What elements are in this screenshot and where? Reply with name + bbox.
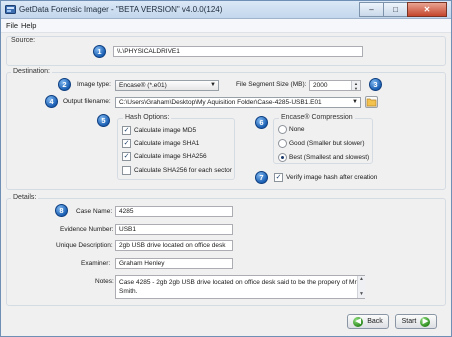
start-button-label: Start bbox=[401, 318, 417, 325]
unique-description-input[interactable]: 2gb USB drive located on office desk bbox=[115, 240, 233, 251]
title-bar[interactable]: GetData Forensic Imager - "BETA VERSION"… bbox=[1, 1, 451, 19]
app-logo-icon bbox=[5, 5, 16, 14]
image-type-label: Image type: bbox=[77, 81, 111, 88]
output-filename-value: C:\Users\Graham\Desktop\My Aquisition Fo… bbox=[119, 99, 322, 106]
sector-sha256-label: Calculate SHA256 for each sector bbox=[134, 167, 232, 174]
case-name-label: Case Name: bbox=[76, 208, 113, 215]
chevron-down-icon: ▼ bbox=[352, 99, 358, 105]
window-title: GetData Forensic Imager - "BETA VERSION"… bbox=[19, 5, 223, 14]
compression-none-label: None bbox=[289, 126, 305, 133]
case-name-input[interactable]: 4285 bbox=[115, 206, 233, 217]
source-group-title: Source: bbox=[11, 37, 36, 44]
start-button[interactable]: Start ▶ bbox=[395, 314, 437, 329]
step-8-badge: 8 bbox=[55, 204, 68, 217]
folder-icon bbox=[366, 98, 377, 107]
hash-options-title: Hash Options: bbox=[123, 114, 172, 121]
verify-hash-label: Verify image hash after creation bbox=[286, 174, 378, 181]
output-filename-label: Output filename: bbox=[63, 98, 111, 105]
compression-best-label: Best (Smallest and slowest) bbox=[289, 154, 370, 161]
sha256-label: Calculate image SHA256 bbox=[134, 153, 207, 160]
compression-best-radio[interactable] bbox=[278, 153, 287, 162]
chevron-down-icon: ▼ bbox=[210, 82, 216, 88]
compression-good-radio[interactable] bbox=[278, 139, 287, 148]
step-5-badge: 5 bbox=[97, 114, 110, 127]
start-arrow-icon: ▶ bbox=[420, 316, 431, 327]
image-type-select[interactable]: Encase® (*.e01) ▼ bbox=[115, 80, 219, 91]
compression-title: Encase® Compression bbox=[279, 114, 355, 121]
segment-size-stepper[interactable]: ▲ ▼ bbox=[351, 81, 360, 90]
sha256-checkbox[interactable]: ✓ bbox=[122, 152, 131, 161]
step-3-badge: 3 bbox=[369, 78, 382, 91]
scroll-down-icon[interactable]: ▼ bbox=[358, 291, 365, 298]
examiner-label: Examiner: bbox=[81, 260, 111, 267]
sha1-label: Calculate image SHA1 bbox=[134, 140, 200, 147]
minimize-button[interactable]: – bbox=[359, 2, 383, 17]
back-button[interactable]: ◀ Back bbox=[347, 314, 389, 329]
maximize-button[interactable]: □ bbox=[383, 2, 407, 17]
evidence-number-input[interactable]: USB1 bbox=[115, 224, 233, 235]
window-controls: – □ ✕ bbox=[359, 2, 447, 17]
browse-folder-button[interactable] bbox=[365, 96, 378, 108]
unique-description-label: Unique Description: bbox=[56, 242, 113, 249]
app-window: GetData Forensic Imager - "BETA VERSION"… bbox=[0, 0, 452, 337]
sector-sha256-checkbox[interactable] bbox=[122, 166, 131, 175]
compression-good-label: Good (Smaller but slower) bbox=[289, 140, 365, 147]
notes-textarea[interactable]: Case 4285 - 2gb 2gb USB drive located on… bbox=[115, 275, 365, 299]
step-1-badge: 1 bbox=[93, 45, 106, 58]
step-2-badge: 2 bbox=[58, 78, 71, 91]
notes-label: Notes: bbox=[95, 278, 114, 285]
step-4-badge: 4 bbox=[45, 95, 58, 108]
examiner-input[interactable]: Graham Henley bbox=[115, 258, 233, 269]
sha1-checkbox[interactable]: ✓ bbox=[122, 139, 131, 148]
segment-size-value: 2000 bbox=[313, 82, 328, 89]
destination-group-title: Destination: bbox=[11, 68, 52, 75]
md5-label: Calculate image MD5 bbox=[134, 127, 197, 134]
back-arrow-icon: ◀ bbox=[353, 316, 364, 327]
step-6-badge: 6 bbox=[255, 116, 268, 129]
output-filename-combo[interactable]: C:\Users\Graham\Desktop\My Aquisition Fo… bbox=[115, 97, 361, 108]
source-drive-field[interactable]: \\.\PHYSICALDRIVE1 bbox=[113, 46, 363, 57]
segment-size-label: File Segment Size (MB): bbox=[236, 81, 307, 88]
compression-none-radio[interactable] bbox=[278, 125, 287, 134]
close-button[interactable]: ✕ bbox=[407, 2, 447, 17]
segment-size-input[interactable]: 2000 ▲ ▼ bbox=[309, 80, 361, 91]
scroll-up-icon[interactable]: ▲ bbox=[358, 276, 365, 283]
image-type-value: Encase® (*.e01) bbox=[119, 82, 167, 89]
menu-bar: File Help bbox=[1, 19, 451, 33]
back-button-label: Back bbox=[367, 318, 383, 325]
details-group-title: Details: bbox=[11, 194, 39, 201]
step-7-badge: 7 bbox=[255, 171, 268, 184]
notes-scrollbar[interactable]: ▲ ▼ bbox=[357, 276, 365, 298]
menu-help[interactable]: Help bbox=[21, 21, 36, 30]
md5-checkbox[interactable]: ✓ bbox=[122, 126, 131, 135]
evidence-number-label: Evidence Number: bbox=[60, 226, 114, 233]
verify-hash-checkbox[interactable]: ✓ bbox=[274, 173, 283, 182]
menu-file[interactable]: File bbox=[6, 21, 18, 30]
